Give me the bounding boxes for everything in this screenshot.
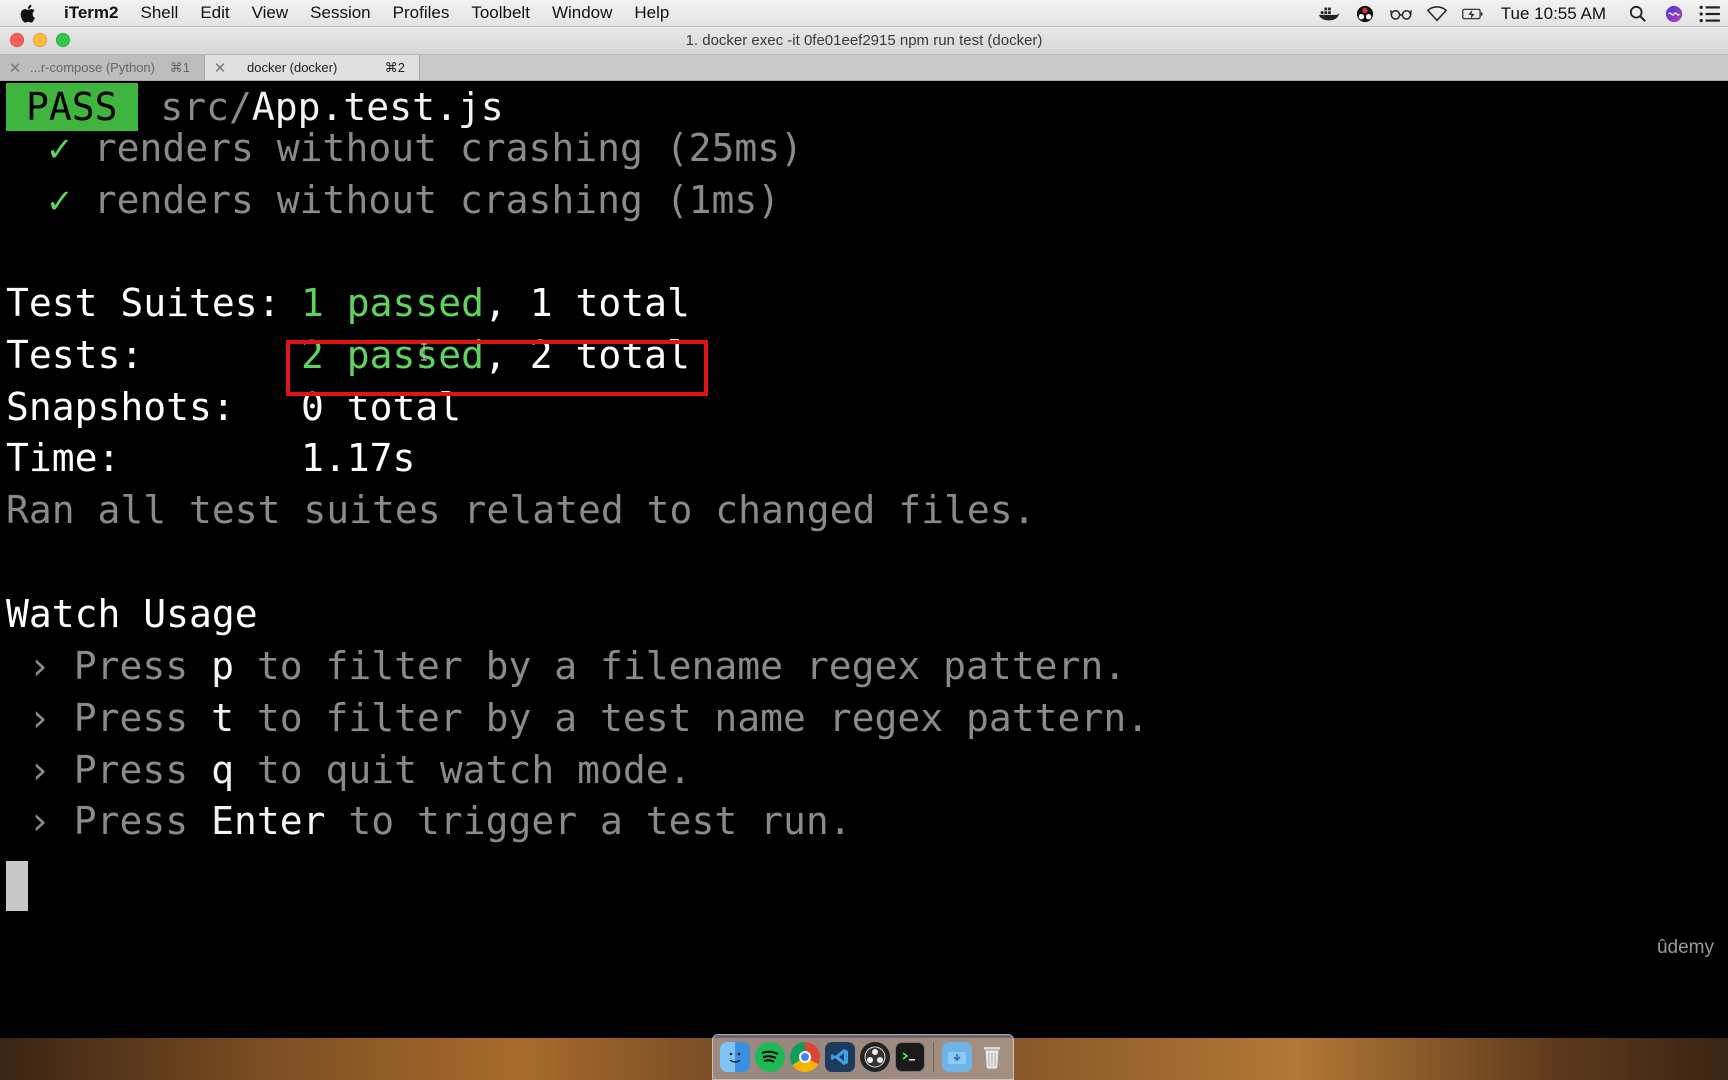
status-area: Tue 10:55 AM bbox=[1311, 0, 1728, 27]
watch-item-pre: Press bbox=[73, 748, 212, 792]
downloads-folder-icon[interactable] bbox=[941, 1042, 972, 1072]
obs-icon[interactable] bbox=[859, 1042, 890, 1072]
suites-label: Test Suites: bbox=[6, 281, 281, 325]
tab-title: ...r-compose (Python) bbox=[30, 60, 155, 75]
watch-item-key: Enter bbox=[211, 799, 326, 843]
chevron-right-icon: › bbox=[28, 748, 51, 792]
watch-usage-heading: Watch Usage bbox=[6, 592, 258, 636]
time-value: 1.17s bbox=[301, 436, 416, 480]
clock[interactable]: Tue 10:55 AM bbox=[1491, 4, 1620, 24]
test-name: renders without crashing (25ms) bbox=[93, 126, 803, 170]
test-result-line: ✓ renders without crashing (25ms) bbox=[48, 122, 803, 174]
menu-bar: iTerm2 Shell Edit View Session Profiles … bbox=[0, 0, 1728, 27]
test-name: renders without crashing (1ms) bbox=[93, 178, 781, 222]
watch-item-key: p bbox=[211, 644, 234, 688]
terminal-icon[interactable] bbox=[894, 1042, 925, 1072]
summary-suites-line: Test Suites: 1 passed, 1 total bbox=[6, 277, 690, 329]
menu-edit[interactable]: Edit bbox=[189, 3, 240, 23]
ran-all-message: Ran all test suites related to changed f… bbox=[6, 488, 1036, 532]
watch-usage-item: › Press q to quit watch mode. bbox=[28, 744, 692, 796]
battery-charging-icon[interactable] bbox=[1455, 0, 1491, 27]
terminal-cursor bbox=[6, 861, 28, 911]
watch-usage-item: › Press Enter to trigger a test run. bbox=[28, 795, 852, 847]
menu-session[interactable]: Session bbox=[299, 3, 381, 23]
notification-center-icon[interactable] bbox=[1692, 0, 1728, 27]
window-controls bbox=[10, 33, 70, 47]
chevron-right-icon: › bbox=[28, 799, 51, 843]
udemy-watermark: ûdemy bbox=[1656, 937, 1714, 958]
dock bbox=[712, 1034, 1014, 1080]
chevron-right-icon: › bbox=[28, 696, 51, 740]
watch-item-key: q bbox=[211, 748, 234, 792]
check-icon: ✓ bbox=[48, 178, 71, 222]
dock-separator bbox=[932, 1042, 934, 1072]
tab-close-icon[interactable]: ✕ bbox=[205, 59, 235, 77]
minimize-window-button[interactable] bbox=[33, 33, 47, 47]
apple-menu-icon[interactable] bbox=[0, 4, 54, 23]
glasses-icon[interactable] bbox=[1383, 0, 1419, 27]
watch-item-post: to filter by a filename regex pattern. bbox=[233, 644, 1127, 688]
test-result-line: ✓ renders without crashing (1ms) bbox=[48, 174, 780, 226]
menu-shell[interactable]: Shell bbox=[130, 3, 190, 23]
snapshots-label: Snapshots: bbox=[6, 385, 235, 429]
watch-item-post: to filter by a test name regex pattern. bbox=[233, 696, 1150, 740]
suites-passed: 1 passed bbox=[301, 281, 485, 325]
tab-bar: ✕ ...r-compose (Python) ⌘1 ✕ docker (doc… bbox=[0, 55, 1728, 81]
terminal-output[interactable]: PASS src/App.test.js ✓ renders without c… bbox=[0, 81, 1728, 1038]
trash-icon[interactable] bbox=[977, 1042, 1007, 1072]
finder-icon[interactable] bbox=[719, 1042, 750, 1072]
vscode-icon[interactable] bbox=[824, 1042, 855, 1072]
zoom-window-button[interactable] bbox=[56, 33, 70, 47]
spotify-icon[interactable] bbox=[754, 1042, 785, 1072]
siri-icon[interactable] bbox=[1656, 0, 1692, 27]
chevron-right-icon: › bbox=[28, 644, 51, 688]
tab-shortcut: ⌘2 bbox=[384, 59, 405, 75]
summary-time-line: Time: 1.17s bbox=[6, 432, 415, 484]
docker-status-icon[interactable] bbox=[1311, 0, 1347, 27]
chrome-icon[interactable] bbox=[789, 1042, 820, 1072]
tab-shortcut: ⌘1 bbox=[169, 59, 190, 75]
menu-toolbelt[interactable]: Toolbelt bbox=[460, 3, 541, 23]
window-title: 1. docker exec -it 0fe01eef2915 npm run … bbox=[685, 32, 1043, 49]
text-cursor-icon bbox=[421, 343, 427, 361]
spotlight-search-icon[interactable] bbox=[1620, 0, 1656, 27]
watch-item-pre: Press bbox=[73, 696, 212, 740]
highlight-annotation-box bbox=[286, 340, 708, 396]
menu-profiles[interactable]: Profiles bbox=[382, 3, 461, 23]
tab-title: docker (docker) bbox=[247, 60, 338, 75]
watch-usage-item: › Press t to filter by a test name regex… bbox=[28, 692, 1149, 744]
menu-app-iterm2[interactable]: iTerm2 bbox=[54, 3, 130, 23]
obs-status-icon[interactable] bbox=[1347, 0, 1383, 27]
check-icon: ✓ bbox=[48, 126, 71, 170]
tab-close-icon[interactable]: ✕ bbox=[0, 59, 30, 77]
wifi-icon[interactable] bbox=[1419, 0, 1455, 27]
watch-item-pre: Press bbox=[73, 799, 212, 843]
watch-item-key: t bbox=[211, 696, 234, 740]
time-label: Time: bbox=[6, 436, 121, 480]
tests-label: Tests: bbox=[6, 333, 144, 377]
watch-item-post: to quit watch mode. bbox=[233, 748, 692, 792]
suites-total: , 1 total bbox=[484, 281, 690, 325]
tab-docker-compose[interactable]: ✕ ...r-compose (Python) ⌘1 bbox=[0, 55, 205, 80]
menu-view[interactable]: View bbox=[241, 3, 300, 23]
watch-item-pre: Press bbox=[73, 644, 212, 688]
window-title-bar: 1. docker exec -it 0fe01eef2915 npm run … bbox=[0, 27, 1728, 55]
close-window-button[interactable] bbox=[10, 33, 24, 47]
watch-item-post: to trigger a test run. bbox=[325, 799, 852, 843]
menu-window[interactable]: Window bbox=[541, 3, 623, 23]
watch-usage-item: › Press p to filter by a filename regex … bbox=[28, 640, 1126, 692]
tab-docker[interactable]: ✕ docker (docker) ⌘2 bbox=[205, 55, 420, 80]
menu-help[interactable]: Help bbox=[623, 3, 680, 23]
